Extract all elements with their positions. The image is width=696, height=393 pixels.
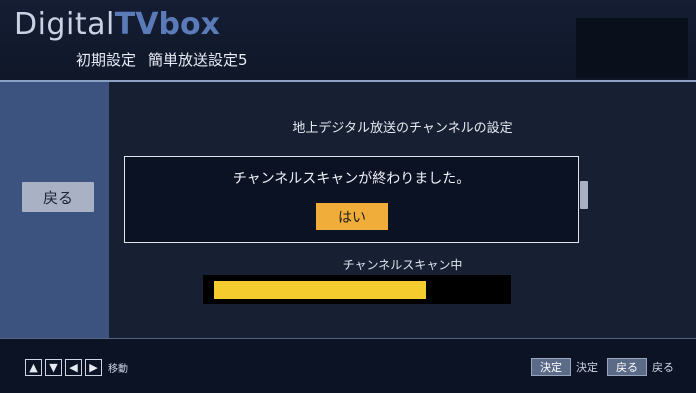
scan-status-label: チャンネルスキャン中 <box>342 258 463 272</box>
left-arrow-icon: ◀ <box>65 359 82 376</box>
scan-progress-fill <box>214 281 426 299</box>
back-label: 戻る <box>652 361 674 374</box>
app-logo: DigitalTVbox <box>14 8 220 42</box>
down-arrow-icon: ▼ <box>45 359 62 376</box>
decide-key-icon: 決定 <box>531 358 571 376</box>
nav-key-legend: ▲ ▼ ◀ ▶ 移動 <box>25 359 128 376</box>
page-title: 地上デジタル放送のチャンネルの設定 <box>292 121 513 136</box>
hidden-button-edge <box>580 181 588 209</box>
dialog-message: チャンネルスキャンが終わりました。 <box>232 171 471 187</box>
back-button[interactable]: 戻る <box>22 182 94 212</box>
scan-progress-bar <box>203 275 511 304</box>
logo-text-digital: Digital <box>14 7 115 42</box>
right-arrow-icon: ▶ <box>85 359 102 376</box>
yes-button[interactable]: はい <box>316 203 388 230</box>
breadcrumb-step: 簡単放送設定5 <box>148 51 248 69</box>
breadcrumb-main: 初期設定 <box>76 51 137 69</box>
breadcrumb: 初期設定 簡単放送設定5 <box>76 49 248 70</box>
logo-text-tvbox: TVbox <box>114 7 220 42</box>
decide-label: 決定 <box>576 361 598 374</box>
preview-window <box>576 18 688 78</box>
button-legend: 決定 決定 戻る 戻る <box>531 358 678 376</box>
move-label: 移動 <box>108 364 128 375</box>
up-arrow-icon: ▲ <box>25 359 42 376</box>
back-key-icon: 戻る <box>607 358 647 376</box>
